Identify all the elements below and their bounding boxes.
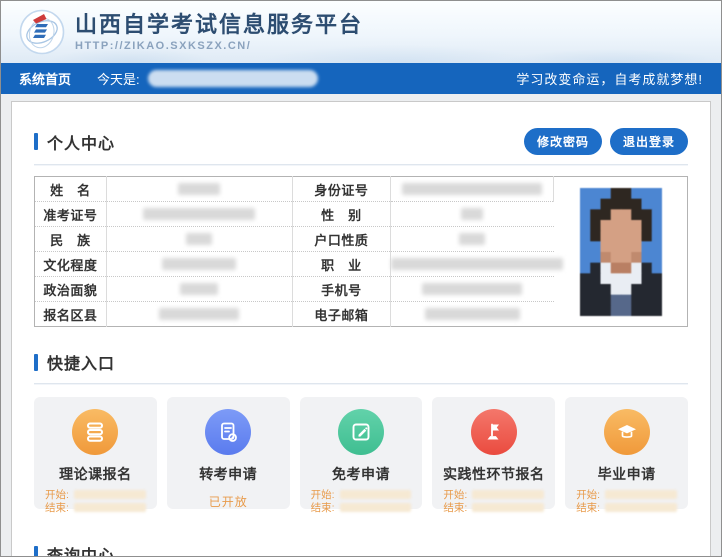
start-date-redacted [605,490,677,499]
id-photo [580,188,662,316]
section-personal-center-header: 个人中心 修改密码 退出登录 [34,128,688,155]
end-date-redacted [472,503,544,512]
nav-home-link[interactable]: 系统首页 [19,69,71,88]
today-label: 今天是: [97,69,140,88]
field-value-phone [390,277,553,302]
content-card: 个人中心 修改密码 退出登录 姓 名 身份证号 准考证号 性 别 [11,101,711,557]
field-label-household: 户口性质 [292,227,390,252]
field-value-gender [390,202,553,227]
card-dates: 开始: 结束: [34,488,157,514]
stack-icon [72,409,118,455]
card-practical-session-registration[interactable]: 实践性环节报名 开始: 结束: [432,397,555,509]
field-label-political: 政治面貌 [35,277,107,302]
end-date-redacted [605,503,677,512]
field-value-political [106,277,292,302]
site-title: 山西自学考试信息服务平台 [75,12,363,38]
card-title: 免考申请 [300,464,423,484]
card-open-status: 已开放 [167,493,290,510]
card-exam-exemption-application[interactable]: 免考申请 开始: 结束: [300,397,423,509]
document-gear-icon [205,409,251,455]
card-transfer-exam-application[interactable]: 转考申请 已开放 [167,397,290,509]
section-accent-bar [34,354,38,371]
section-divider [34,383,688,384]
logout-button[interactable]: 退出登录 [610,128,688,155]
section-divider [34,164,688,165]
start-date-redacted [472,490,544,499]
section-accent-bar [34,546,38,557]
section-accent-bar [34,133,38,150]
end-label: 结束: [311,500,335,515]
start-date-redacted [340,490,412,499]
top-navbar: 系统首页 今天是: 学习改变命运，自考成就梦想! [1,63,721,94]
query-center-title: 查询中心 [47,542,115,557]
brand: 山西自学考试信息服务平台 HTTP://ZIKAO.SXKSZX.CN/ [75,12,363,52]
change-password-button[interactable]: 修改密码 [524,128,602,155]
site-logo-icon [19,9,65,55]
personal-center-title: 个人中心 [47,130,115,154]
clipboard-edit-icon [338,409,384,455]
quick-entry-title: 快捷入口 [47,350,115,374]
end-date-redacted [340,503,412,512]
field-value-email [390,302,553,327]
field-label-name: 姓 名 [35,177,107,202]
field-value-name [106,177,292,202]
field-label-idnumber: 身份证号 [292,177,390,202]
card-title: 理论课报名 [34,464,157,484]
field-value-ethnicity [106,227,292,252]
nav-slogan: 学习改变命运，自考成就梦想! [516,69,703,88]
section-query-center-header: 查询中心 [34,542,688,557]
card-title: 实践性环节报名 [432,464,555,484]
card-dates: 开始: 结束: [300,488,423,514]
field-label-ethnicity: 民 族 [35,227,107,252]
field-label-education: 文化程度 [35,252,107,277]
field-value-occupation [390,252,553,277]
end-date-redacted [74,503,146,512]
field-value-idnumber [390,177,553,202]
end-label: 结束: [443,500,467,515]
table-row: 姓 名 身份证号 [35,177,688,202]
field-value-district [106,302,292,327]
personal-info-table: 姓 名 身份证号 准考证号 性 别 民 族 户口性质 [34,176,688,327]
site-url: HTTP://ZIKAO.SXKSZX.CN/ [75,40,363,52]
page: 山西自学考试信息服务平台 HTTP://ZIKAO.SXKSZX.CN/ 系统首… [0,0,722,557]
card-dates: 开始: 结束: [565,488,688,514]
section-quick-entry-header: 快捷入口 [34,350,688,374]
field-label-email: 电子邮箱 [292,302,390,327]
start-date-redacted [74,490,146,499]
card-theory-course-registration[interactable]: 理论课报名 开始: 结束: [34,397,157,509]
quick-entry-cards: 理论课报名 开始: 结束: 转考申请 已开放 免考申请 开始: [34,397,688,509]
id-photo-cell [554,177,688,327]
field-value-household [390,227,553,252]
card-graduation-application[interactable]: 毕业申请 开始: 结束: [565,397,688,509]
card-title: 毕业申请 [565,464,688,484]
flag-icon [471,409,517,455]
graduation-cap-icon [604,409,650,455]
end-label: 结束: [576,500,600,515]
end-label: 结束: [45,500,69,515]
field-label-gender: 性 别 [292,202,390,227]
field-label-occupation: 职 业 [292,252,390,277]
card-dates: 开始: 结束: [432,488,555,514]
field-label-ticket: 准考证号 [35,202,107,227]
today-date-redacted [148,70,318,87]
site-header: 山西自学考试信息服务平台 HTTP://ZIKAO.SXKSZX.CN/ [1,1,721,63]
card-title: 转考申请 [167,464,290,484]
field-label-phone: 手机号 [292,277,390,302]
field-value-ticket [106,202,292,227]
field-value-education [106,252,292,277]
field-label-district: 报名区县 [35,302,107,327]
